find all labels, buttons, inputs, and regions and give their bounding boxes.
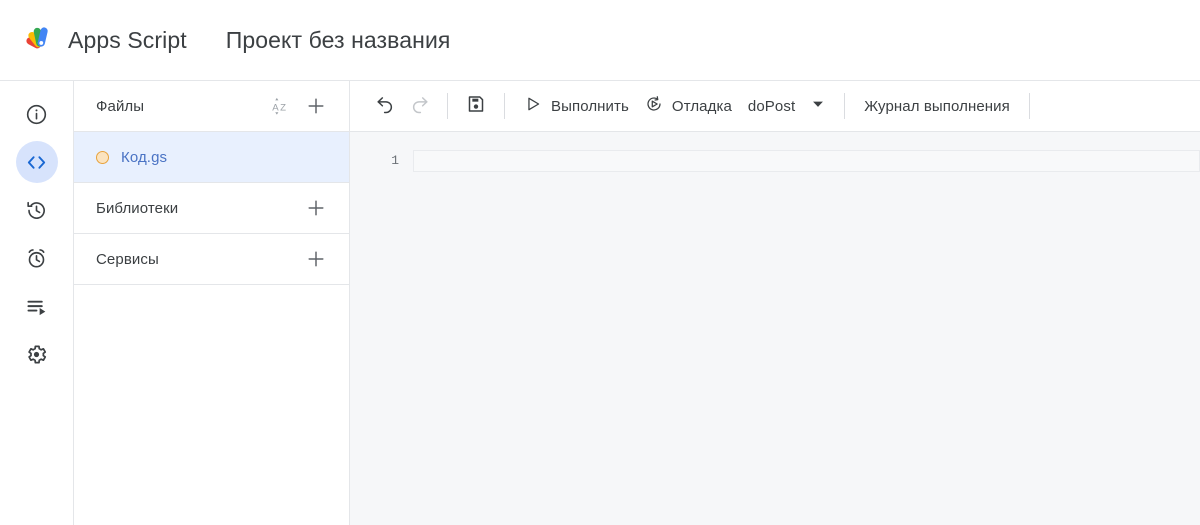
libraries-label: Библиотеки (96, 199, 179, 217)
sidebar-item-executions[interactable] (16, 285, 58, 327)
save-button[interactable] (459, 89, 493, 123)
brand[interactable]: Apps Script (24, 24, 187, 57)
history-icon (25, 199, 48, 222)
sidebar-item-overview[interactable] (16, 93, 58, 135)
sort-az-icon[interactable]: A Z (269, 95, 291, 117)
app-body: Файлы A Z Код.gs Библиотеки Сервисы Выпо… (0, 81, 1200, 525)
files-panel-header: Файлы A Z (74, 81, 349, 132)
sidebar-item-project-history[interactable] (16, 189, 58, 231)
debug-icon (645, 95, 663, 117)
run-button[interactable]: Выполнить (516, 89, 637, 123)
debug-button[interactable]: Отладка (637, 89, 740, 123)
code-icon (25, 151, 48, 174)
toolbar-divider-3 (844, 93, 846, 119)
services-label: Сервисы (96, 250, 159, 268)
execution-log-button[interactable]: Журнал выполнения (856, 89, 1018, 123)
undo-button[interactable] (368, 89, 402, 123)
files-header-label: Файлы (96, 97, 145, 115)
sidebar-item-editor[interactable] (15, 141, 58, 183)
save-floppy-icon (466, 94, 486, 119)
add-library-plus-icon[interactable] (305, 197, 327, 219)
unsaved-dot-icon (96, 150, 109, 164)
line-number-gutter: 1 (350, 132, 413, 525)
code-editor[interactable]: 1 (350, 132, 1200, 525)
services-section[interactable]: Сервисы (74, 234, 349, 285)
files-panel-empty-space (74, 285, 349, 525)
toolbar-divider-4 (1028, 93, 1030, 119)
function-select-value[interactable]: doPost (740, 89, 803, 123)
libraries-section[interactable]: Библиотеки (74, 183, 349, 234)
apps-script-window: Apps Script Проект без названия Файлы A … (0, 0, 1200, 525)
file-name: Код.gs (121, 148, 168, 166)
sidebar-item-settings[interactable] (16, 333, 58, 375)
gear-icon (25, 343, 48, 366)
toolbar-divider-2 (504, 93, 505, 119)
sidebar-item-triggers[interactable] (16, 237, 58, 279)
editor-toolbar: Выполнить Отладка doPost Журнал выполнен… (350, 81, 1200, 132)
play-triangle-icon (524, 95, 542, 117)
list-item[interactable]: Код.gs (74, 132, 349, 183)
left-nav-rail (0, 81, 74, 525)
add-service-plus-icon[interactable] (305, 248, 327, 270)
function-select-dropdown[interactable] (803, 91, 833, 121)
debug-label: Отладка (671, 97, 732, 115)
redo-icon (409, 93, 430, 119)
executions-icon (25, 295, 48, 318)
run-label: Выполнить (551, 97, 629, 115)
chevron-down-icon (810, 96, 826, 117)
apps-script-logo-icon (24, 24, 57, 57)
info-icon (25, 103, 48, 126)
alarm-clock-icon (25, 247, 48, 270)
editor-area: Выполнить Отладка doPost Журнал выполнен… (350, 81, 1200, 525)
app-header: Apps Script Проект без названия (0, 0, 1200, 81)
files-panel: Файлы A Z Код.gs Библиотеки Сервисы (74, 81, 350, 525)
add-file-plus-icon[interactable] (305, 95, 327, 117)
redo-button[interactable] (402, 89, 436, 123)
undo-icon (375, 93, 396, 119)
brand-name: Apps Script (68, 26, 187, 53)
code-content[interactable] (413, 132, 1200, 525)
page-title[interactable]: Проект без названия (226, 27, 451, 54)
files-header-actions: A Z (269, 95, 327, 117)
svg-text:A: A (272, 102, 279, 113)
toolbar-divider-1 (447, 93, 448, 119)
svg-text:Z: Z (280, 102, 286, 113)
active-line-highlight[interactable] (413, 150, 1200, 172)
line-number: 1 (391, 153, 399, 168)
